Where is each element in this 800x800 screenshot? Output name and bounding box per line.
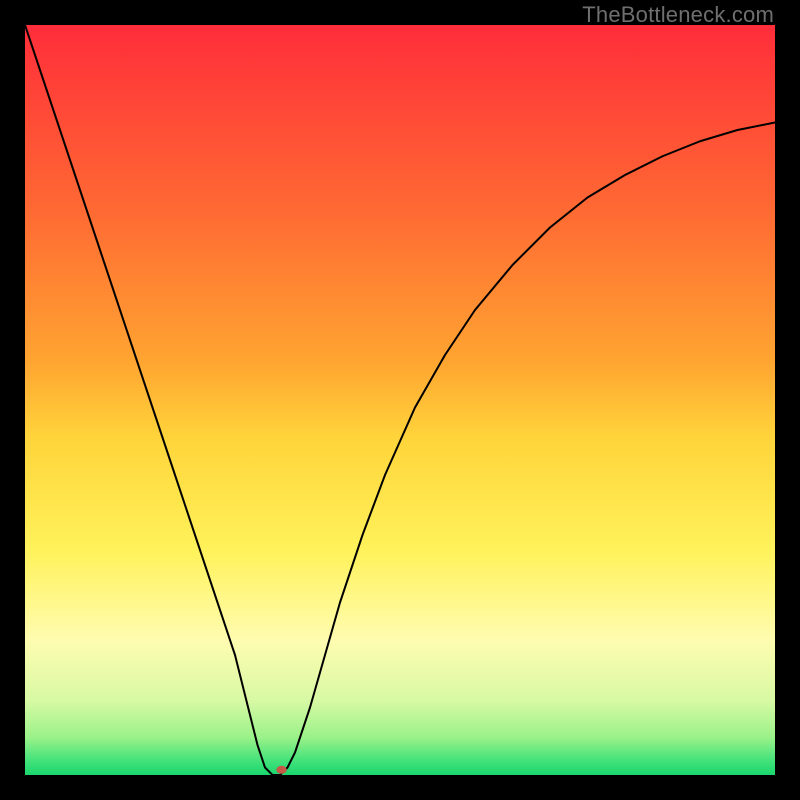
optimal-point-marker [276,766,286,774]
watermark-text: TheBottleneck.com [582,2,774,28]
chart-frame: TheBottleneck.com [0,0,800,800]
gradient-rect [25,25,775,775]
chart-svg [25,25,775,775]
plot-area [25,25,775,775]
